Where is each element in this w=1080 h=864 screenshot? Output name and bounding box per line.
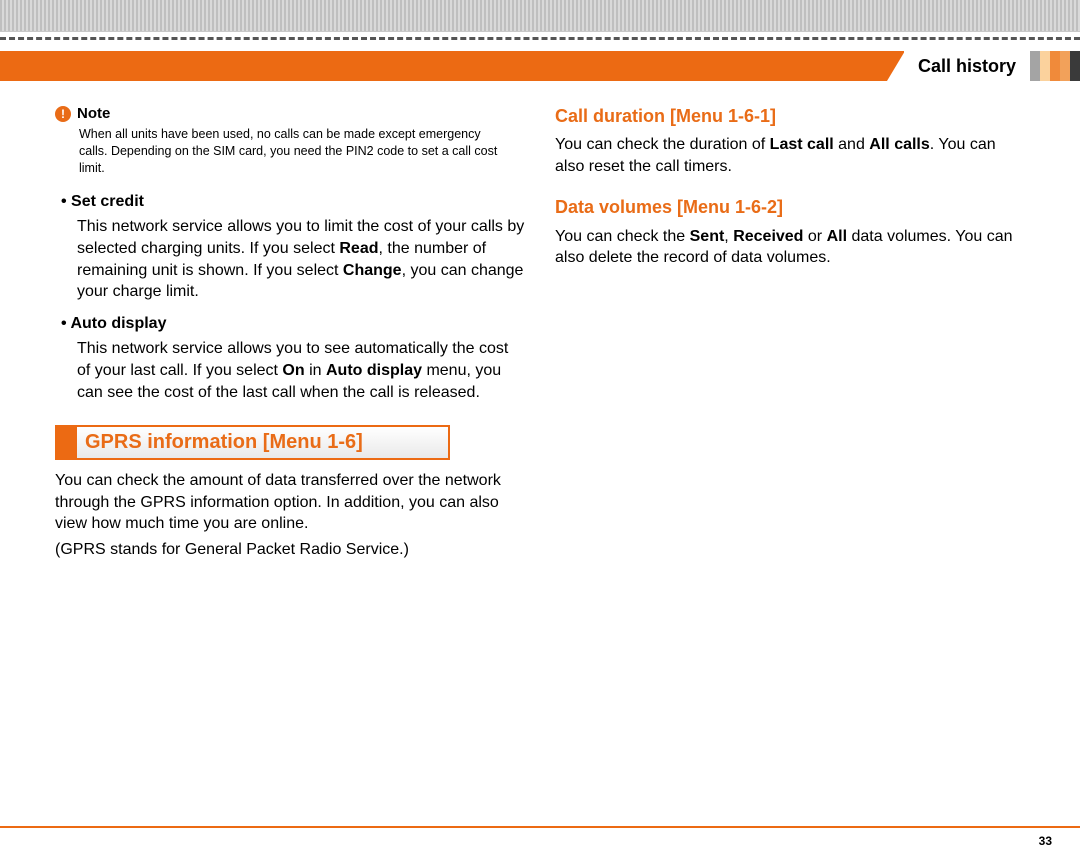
bold-all: All — [827, 228, 847, 245]
manual-page: Call history ! Note When all units have … — [0, 0, 1080, 864]
set-credit-label: • Set credit — [61, 193, 144, 210]
text: or — [803, 228, 826, 245]
bold-on: On — [282, 362, 304, 379]
gprs-paragraph-1: You can check the amount of data transfe… — [55, 470, 525, 535]
bottom-rule — [0, 826, 1080, 828]
data-volumes-body: You can check the Sent, Received or All … — [555, 226, 1025, 269]
gprs-paragraph-2: (GPRS stands for General Packet Radio Se… — [55, 539, 525, 561]
right-column: Call duration [Menu 1-6-1] You can check… — [555, 98, 1025, 565]
box-tab — [55, 425, 77, 460]
page-number: 33 — [1039, 834, 1052, 848]
header-colorbars — [1030, 51, 1080, 81]
section-title: Call history — [904, 51, 1030, 81]
content-columns: ! Note When all units have been used, no… — [55, 98, 1025, 565]
header-tab: Call history — [887, 51, 1030, 81]
bold-last-call: Last call — [770, 136, 834, 153]
text: in — [305, 362, 326, 379]
auto-display-body: This network service allows you to see a… — [77, 338, 525, 403]
data-volumes-heading: Data volumes [Menu 1-6-2] — [555, 195, 1025, 219]
tab-notch — [887, 51, 905, 81]
bold-read: Read — [339, 240, 378, 257]
call-duration-body: You can check the duration of Last call … — [555, 134, 1025, 177]
gprs-box-heading: GPRS information [Menu 1-6] — [55, 425, 450, 460]
note-heading: ! Note — [55, 104, 525, 124]
info-icon: ! — [55, 106, 71, 122]
auto-display-label: • Auto display — [61, 315, 166, 332]
bold-auto-display: Auto display — [326, 362, 422, 379]
left-column: ! Note When all units have been used, no… — [55, 98, 525, 565]
dashed-divider — [0, 37, 1080, 40]
bold-all-calls: All calls — [869, 136, 929, 153]
text: You can check the duration of — [555, 136, 770, 153]
bold-sent: Sent — [690, 228, 725, 245]
set-credit-body: This network service allows you to limit… — [77, 216, 525, 302]
text: and — [834, 136, 870, 153]
set-credit-heading: • Set credit — [61, 191, 525, 213]
auto-display-heading: • Auto display — [61, 313, 525, 335]
bold-received: Received — [733, 228, 803, 245]
bold-change: Change — [343, 262, 402, 279]
gprs-title: GPRS information [Menu 1-6] — [77, 425, 450, 460]
call-duration-heading: Call duration [Menu 1-6-1] — [555, 104, 1025, 128]
top-band — [0, 0, 1080, 32]
note-label: Note — [77, 104, 110, 124]
text: You can check the — [555, 228, 690, 245]
text: , — [724, 228, 733, 245]
note-body: When all units have been used, no calls … — [79, 126, 509, 177]
